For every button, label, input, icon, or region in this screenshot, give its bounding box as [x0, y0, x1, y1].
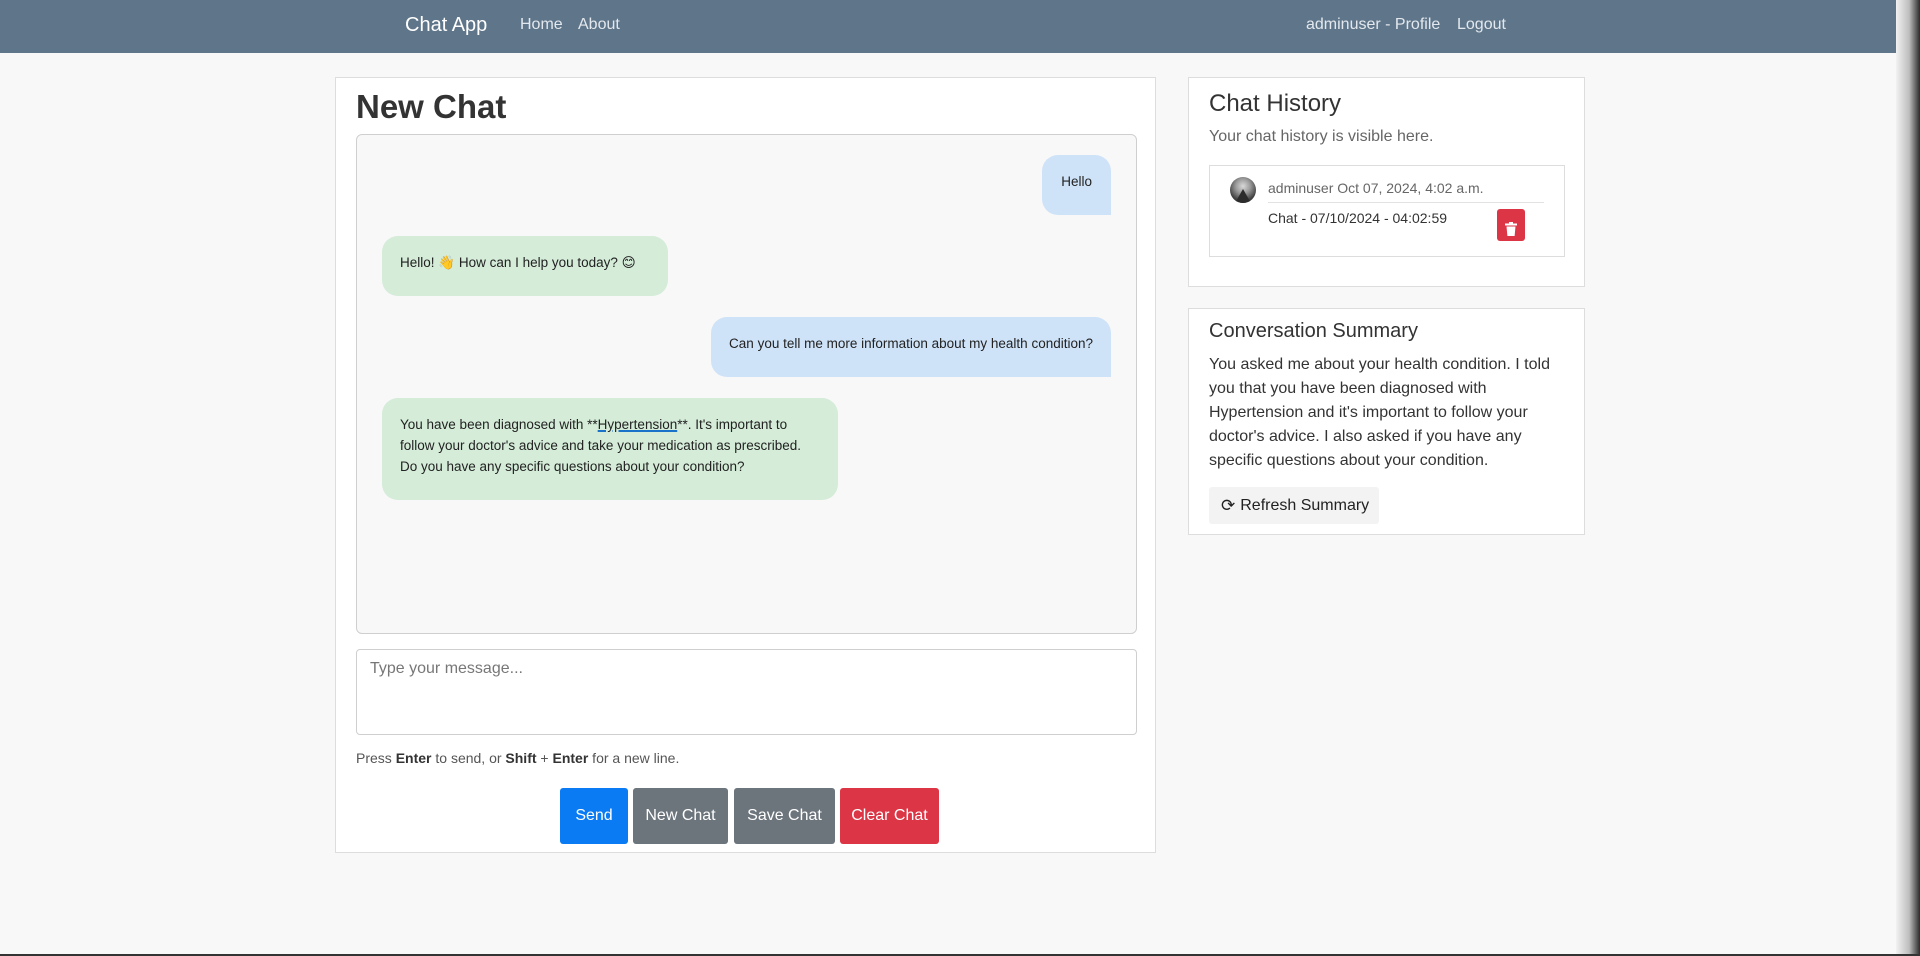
refresh-icon: ⟳	[1221, 495, 1236, 515]
window-edge	[1896, 0, 1920, 956]
clear-chat-button[interactable]: Clear Chat	[840, 788, 939, 844]
brand-link[interactable]: Chat App	[405, 14, 487, 37]
message-input[interactable]	[356, 649, 1137, 735]
new-chat-button[interactable]: New Chat	[633, 788, 728, 844]
chat-panel: New Chat Hello Hello! 👋 How can I help y…	[335, 77, 1156, 853]
history-subtitle: Your chat history is visible here.	[1209, 128, 1434, 145]
history-item-meta: adminuser Oct 07, 2024, 4:02 a.m.	[1268, 180, 1484, 196]
bot-message: You have been diagnosed with **Hypertens…	[382, 398, 838, 500]
send-button[interactable]: Send	[560, 788, 628, 844]
trash-icon	[1505, 222, 1517, 236]
nav-about-link[interactable]: About	[578, 16, 620, 34]
divider	[1268, 202, 1544, 203]
nav-profile-link[interactable]: adminuser - Profile	[1306, 16, 1440, 34]
avatar	[1230, 177, 1256, 203]
summary-title: Conversation Summary	[1209, 320, 1418, 342]
message-text-start: You have been diagnosed with **	[400, 417, 598, 432]
chat-messages-window[interactable]: Hello Hello! 👋 How can I help you today?…	[356, 134, 1137, 634]
nav-home-link[interactable]: Home	[520, 16, 563, 34]
conversation-summary-panel: Conversation Summary You asked me about …	[1188, 308, 1585, 535]
user-message: Can you tell me more information about m…	[711, 317, 1111, 377]
page-title: New Chat	[356, 88, 507, 125]
spellcheck-highlight-word: Hypertension	[597, 417, 678, 432]
refresh-summary-button[interactable]: ⟳ Refresh Summary	[1209, 487, 1379, 524]
user-message: Hello	[1042, 155, 1111, 215]
hint-text: to send, or	[431, 750, 506, 766]
input-hint: Press Enter to send, or Shift + Enter fo…	[356, 750, 679, 766]
message-text: Can you tell me more information about m…	[729, 336, 1093, 351]
message-text: Hello	[1061, 174, 1092, 189]
chat-history-panel: Chat History Your chat history is visibl…	[1188, 77, 1585, 287]
history-item[interactable]: adminuser Oct 07, 2024, 4:02 a.m. Chat -…	[1209, 165, 1565, 257]
hint-key-enter: Enter	[552, 750, 589, 766]
top-navbar: Chat App Home About adminuser - Profile …	[0, 0, 1920, 53]
hint-key-shift: Shift	[505, 750, 537, 766]
save-chat-button[interactable]: Save Chat	[734, 788, 835, 844]
history-item-link[interactable]: Chat - 07/10/2024 - 04:02:59	[1268, 210, 1447, 226]
hint-text: Press	[356, 750, 396, 766]
refresh-label: Refresh Summary	[1240, 496, 1370, 514]
delete-chat-button[interactable]	[1497, 209, 1525, 241]
bot-message: Hello! 👋 How can I help you today? 😊	[382, 236, 668, 296]
history-title: Chat History	[1209, 90, 1342, 117]
message-text: Hello! 👋 How can I help you today? 😊	[400, 255, 636, 270]
summary-text: You asked me about your health condition…	[1209, 356, 1550, 469]
nav-logout-link[interactable]: Logout	[1457, 16, 1506, 34]
hint-text: +	[536, 750, 553, 766]
hint-text: for a new line.	[588, 750, 680, 766]
hint-key-enter: Enter	[395, 750, 432, 766]
